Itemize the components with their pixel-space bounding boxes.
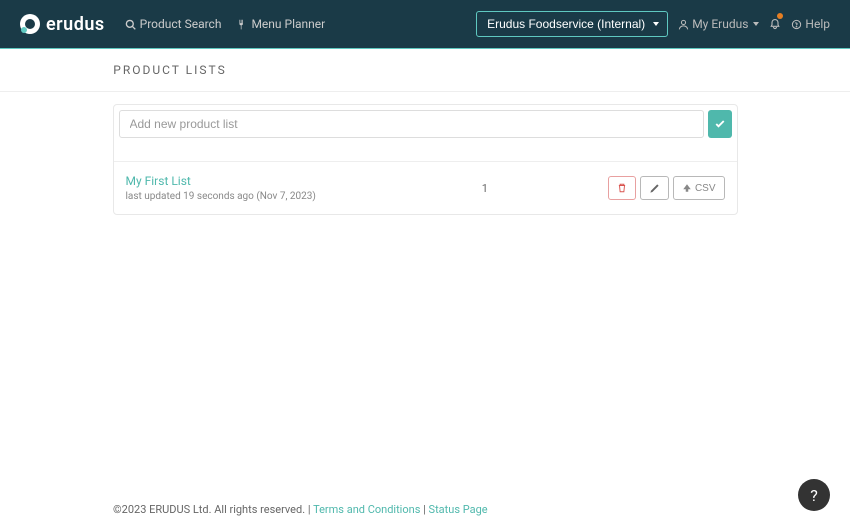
trash-icon <box>617 182 627 194</box>
organization-label: Erudus Foodservice (Internal) <box>487 17 645 31</box>
logo-icon <box>20 14 40 34</box>
my-erudus-dropdown[interactable]: My Erudus <box>678 17 759 31</box>
footer: ©2023 ERUDUS Ltd. All rights reserved. |… <box>113 503 488 516</box>
brand-name: erudus <box>46 14 105 35</box>
download-icon <box>682 183 692 193</box>
notification-dot <box>777 13 783 19</box>
confirm-add-button[interactable] <box>708 110 732 138</box>
nav-product-search[interactable]: Product Search <box>125 17 222 31</box>
add-list-row <box>114 105 737 143</box>
help-fab[interactable]: ? <box>798 479 830 511</box>
page-title: PRODUCT LISTS <box>0 63 850 77</box>
search-icon <box>125 19 136 30</box>
bell-icon <box>769 18 781 30</box>
nav-menu-planner-label: Menu Planner <box>251 17 325 31</box>
product-lists-panel: My First List last updated 19 seconds ag… <box>113 104 738 215</box>
list-name-link[interactable]: My First List <box>126 174 455 188</box>
status-link[interactable]: Status Page <box>429 503 488 516</box>
notifications-button[interactable] <box>769 15 781 34</box>
check-icon <box>714 118 726 130</box>
my-erudus-label: My Erudus <box>692 17 748 31</box>
footer-copyright: ©2023 ERUDUS Ltd. All rights reserved. <box>113 503 305 516</box>
list-count: 1 <box>455 182 515 195</box>
organization-dropdown[interactable]: Erudus Foodservice (Internal) <box>476 11 668 37</box>
top-navigation: erudus Product Search Menu Planner Erudu… <box>0 0 850 49</box>
user-icon <box>678 19 689 30</box>
csv-button[interactable]: CSV <box>673 176 725 200</box>
cutlery-icon <box>236 19 247 30</box>
terms-link[interactable]: Terms and Conditions <box>313 503 420 516</box>
add-list-input[interactable] <box>119 110 704 138</box>
help-link[interactable]: Help <box>791 17 830 31</box>
brand-logo[interactable]: erudus <box>20 14 105 35</box>
list-meta: last updated 19 seconds ago (Nov 7, 2023… <box>126 191 455 202</box>
list-actions: CSV <box>515 176 725 200</box>
delete-button[interactable] <box>608 176 636 200</box>
list-item: My First List last updated 19 seconds ag… <box>114 161 737 214</box>
pencil-icon <box>649 183 660 194</box>
nav-menu-planner[interactable]: Menu Planner <box>236 17 325 31</box>
list-info: My First List last updated 19 seconds ag… <box>126 174 455 202</box>
help-icon <box>791 19 802 30</box>
nav-product-search-label: Product Search <box>140 17 222 31</box>
page-header: PRODUCT LISTS <box>0 49 850 92</box>
edit-button[interactable] <box>640 176 669 200</box>
nav-right: Erudus Foodservice (Internal) My Erudus … <box>476 11 830 37</box>
content: My First List last updated 19 seconds ag… <box>113 104 738 215</box>
help-label: Help <box>805 17 830 31</box>
csv-label: CSV <box>695 183 716 194</box>
